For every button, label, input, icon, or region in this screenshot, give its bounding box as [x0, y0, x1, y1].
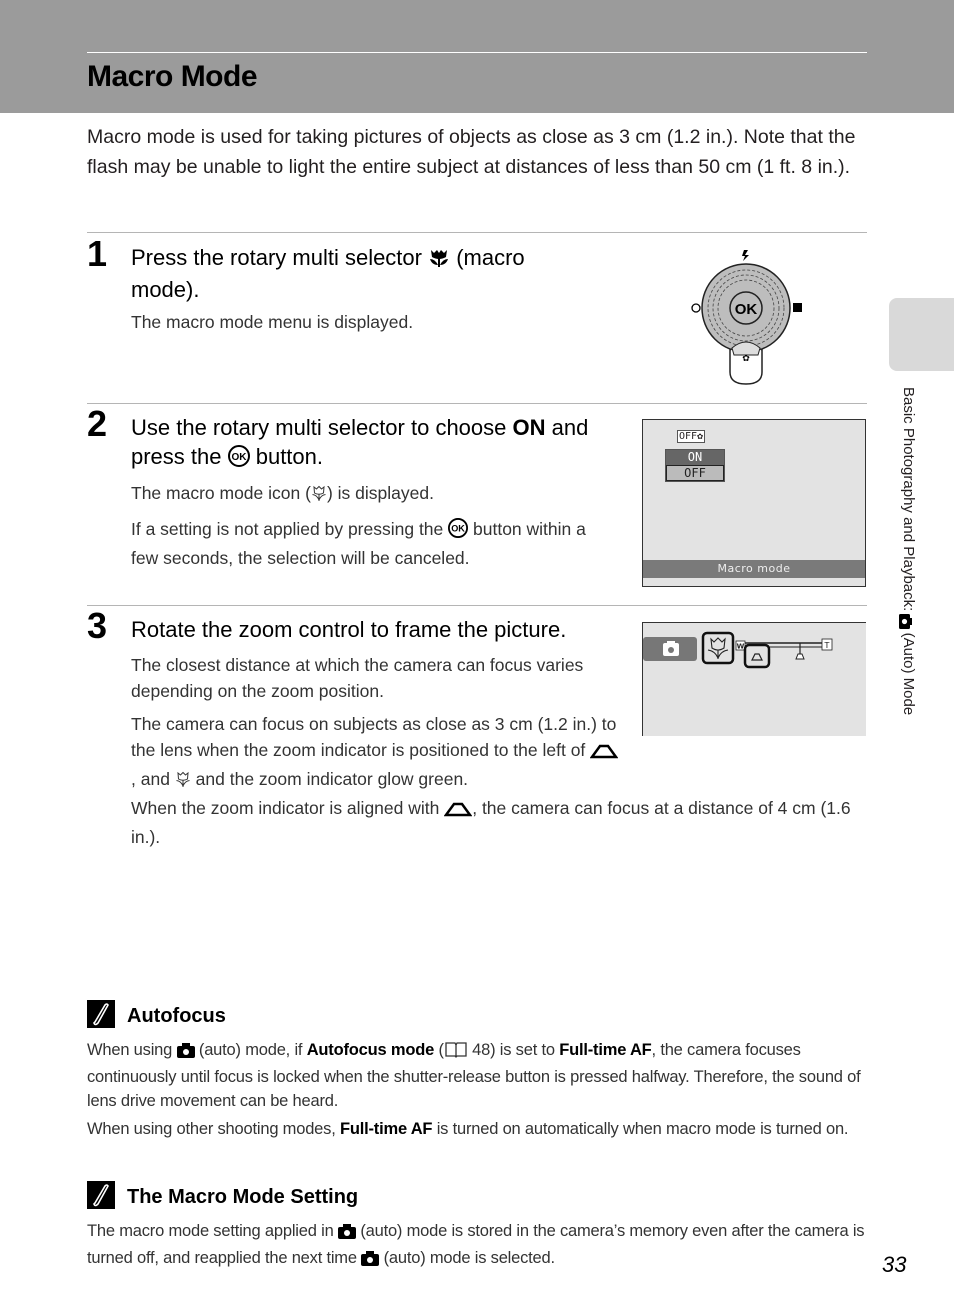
- step-title: Press the rotary multi selector (macro m…: [131, 245, 525, 302]
- camera-icon: [176, 1041, 195, 1065]
- step-divider: [87, 605, 867, 606]
- note-header-autofocus: Autofocus: [87, 1000, 226, 1032]
- step-divider: [87, 403, 867, 404]
- macro-flower-icon: [428, 246, 450, 275]
- menu-option-off[interactable]: OFF: [666, 465, 724, 481]
- zoom-position-marker: [795, 653, 805, 660]
- ok-button-icon: OK: [448, 518, 469, 545]
- pencil-note-icon: [87, 1181, 115, 1213]
- self-timer-icon: [691, 303, 701, 313]
- step-divider: [87, 232, 867, 233]
- macro-off-icon: OFF✿: [677, 430, 706, 443]
- camera-icon: [337, 1222, 356, 1246]
- svg-text:OK: OK: [451, 524, 465, 534]
- chapter-label: Basic Photography and Playback: (Auto) M…: [897, 387, 917, 715]
- ok-button-icon: OK: [227, 445, 250, 474]
- triangle-marker-icon: [589, 740, 619, 766]
- book-reference-icon: [444, 1041, 468, 1065]
- step-number: 2: [87, 403, 108, 444]
- exposure-comp-icon: [793, 303, 802, 312]
- ok-label: OK: [735, 301, 758, 318]
- pencil-note-icon: [87, 1000, 115, 1032]
- camera-icon: [663, 641, 679, 656]
- zoom-indicator: [743, 643, 771, 669]
- step-title: Rotate the zoom control to frame the pic…: [131, 617, 567, 642]
- note-body-macro-setting: The macro mode setting applied in (auto)…: [87, 1219, 867, 1277]
- page-number: 33: [882, 1252, 907, 1277]
- note-body-autofocus: When using (auto) mode, if Autofocus mod…: [87, 1041, 861, 1138]
- step-number: 3: [87, 605, 108, 646]
- screen-banner: Macro mode: [643, 560, 865, 578]
- svg-text:OK: OK: [231, 452, 247, 463]
- camera-icon: [897, 614, 914, 630]
- step-body-wide: When the zoom indicator is aligned with …: [131, 798, 851, 847]
- note-header-macro-setting: The Macro Mode Setting: [87, 1181, 358, 1213]
- page-header: Macro Mode: [0, 0, 954, 113]
- camera-icon: [361, 1249, 380, 1273]
- step-body: The closest distance at which the camera…: [131, 652, 621, 802]
- step-number: 1: [87, 233, 108, 274]
- triangle-marker-icon: [443, 798, 473, 824]
- note-title: Autofocus: [127, 1004, 226, 1027]
- macro-icon: [175, 769, 191, 795]
- zoom-wide-label: W: [737, 643, 745, 651]
- chapter-tab[interactable]: [889, 298, 954, 371]
- macro-small-icon: ✿: [742, 354, 750, 364]
- zoom-tele-label: T: [824, 641, 830, 650]
- step-body: The macro mode icon () is displayed. If …: [131, 483, 586, 568]
- note-title: The Macro Mode Setting: [127, 1185, 359, 1208]
- flash-icon: [742, 250, 749, 261]
- intro-paragraph: Macro mode is used for taking pictures o…: [87, 126, 856, 178]
- header-rule: [87, 52, 867, 53]
- rotary-selector-diagram: OK ✿: [686, 248, 806, 388]
- macro-menu-screen: OFF✿ ON OFF Macro mode: [642, 419, 866, 587]
- macro-icon: [311, 483, 327, 509]
- step-body: The macro mode menu is displayed.: [131, 312, 414, 332]
- menu-option-on[interactable]: ON: [666, 450, 724, 465]
- step-title: Use the rotary multi selector to choose …: [131, 413, 611, 474]
- page-title: Macro Mode: [87, 60, 258, 93]
- zoom-indicator-screen: W T: [642, 622, 866, 736]
- macro-option-menu: ON OFF: [665, 449, 725, 482]
